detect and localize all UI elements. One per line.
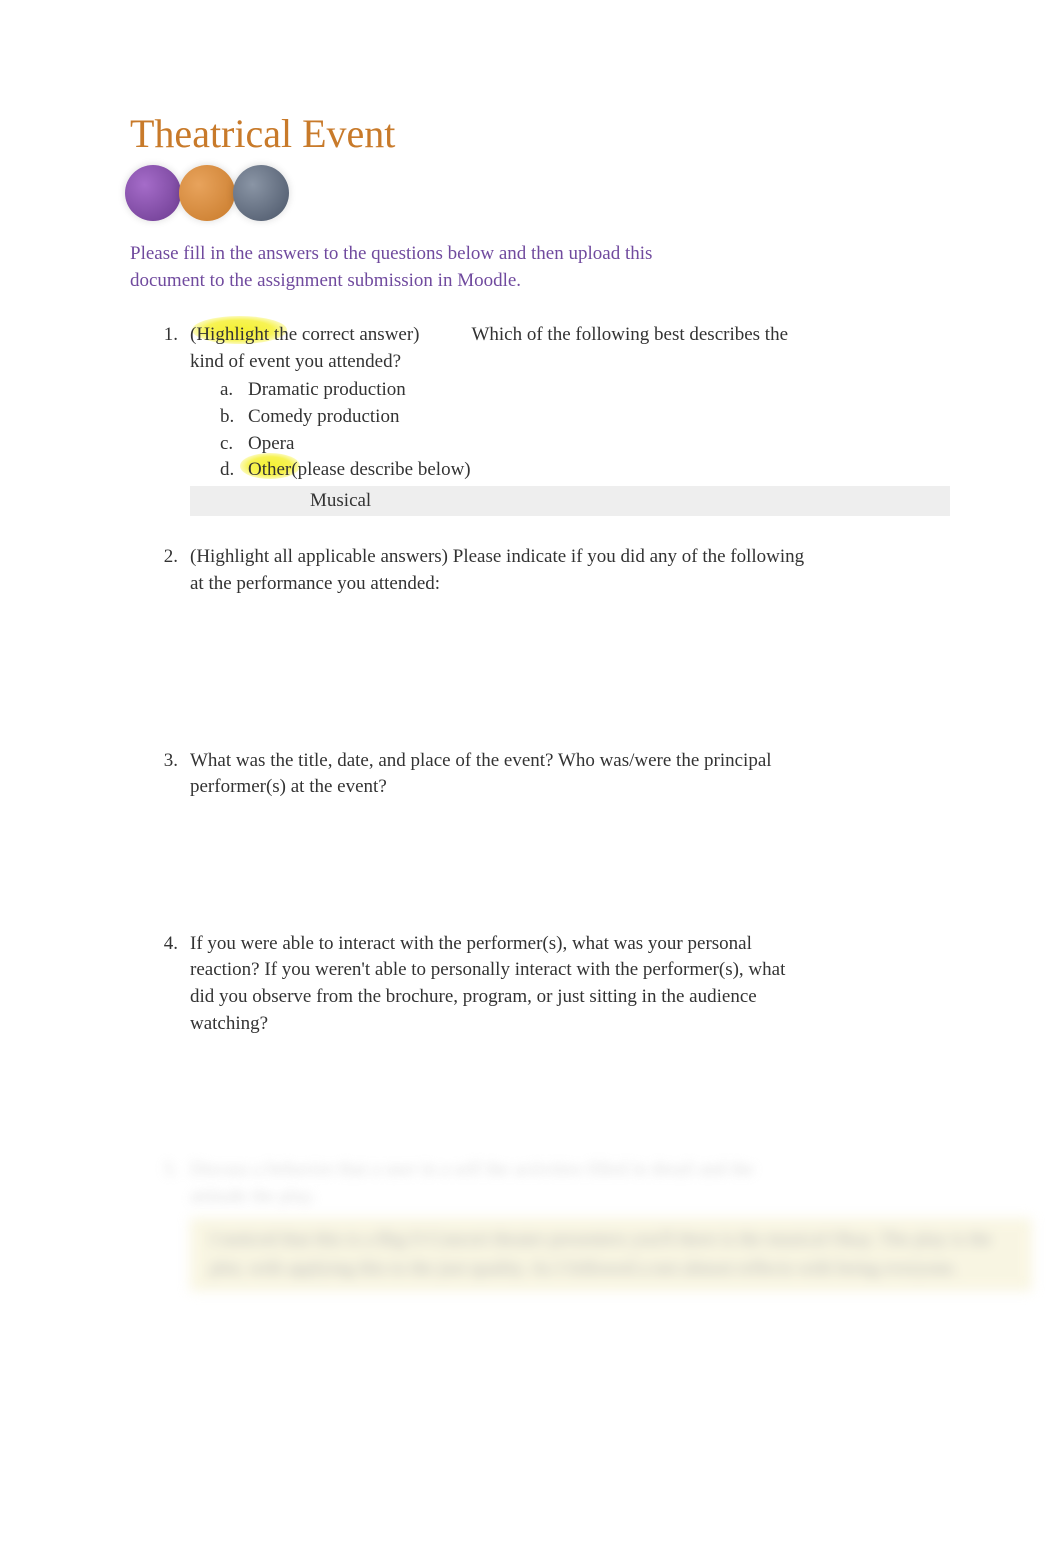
question-number: 3. [160, 748, 190, 801]
option-text: Comedy production [248, 404, 810, 431]
question-2: 2. (Highlight all applicable answers) Pl… [160, 544, 932, 597]
question-3: 3. What was the title, date, and place o… [160, 748, 932, 801]
q1-other-highlight: Other [248, 457, 291, 484]
option-letter: d. [220, 457, 248, 484]
logo-grey-icon [233, 165, 289, 221]
logo-orange-icon [179, 165, 235, 221]
q1-prefix-rest: he correct answer) [279, 324, 419, 345]
question-1: 1. (Highlight the correct answer) Which … [160, 322, 932, 516]
q1-option-b: b. Comedy production [220, 404, 810, 431]
option-letter: b. [220, 404, 248, 431]
q1-answer-field[interactable]: Musical [190, 486, 950, 517]
question-5-blurred: 5. Discuss a behavior that a user in a s… [160, 1157, 932, 1210]
blurred-content: 5. Discuss a behavior that a user in a s… [160, 1157, 932, 1291]
q2-text: (Highlight all applicable answers) Pleas… [190, 544, 810, 597]
q1-options: a. Dramatic production b. Comedy product… [220, 377, 810, 516]
q5-answer-blurred: I noticed that this is a Big O Concert t… [190, 1218, 1032, 1291]
q1-spacer [420, 324, 472, 345]
q1-option-d: d. Other (please describe below) [220, 457, 810, 484]
q3-text: What was the title, date, and place of t… [190, 748, 810, 801]
intro-text: Please fill in the answers to the questi… [130, 241, 730, 294]
q1-highlight: Highlight t [196, 322, 279, 349]
q4-text: If you were able to interact with the pe… [190, 931, 810, 1037]
question-number: 5. [160, 1157, 190, 1210]
option-letter: c. [220, 431, 248, 458]
question-number: 2. [160, 544, 190, 597]
option-text: Dramatic production [248, 377, 810, 404]
q1-other-rest: (please describe below) [291, 459, 470, 480]
q5-text: Discuss a behavior that a user in a self… [190, 1157, 810, 1210]
question-4: 4. If you were able to interact with the… [160, 931, 932, 1037]
option-text: Other (please describe below) [248, 457, 810, 484]
q1-option-a: a. Dramatic production [220, 377, 810, 404]
question-number: 1. [160, 322, 190, 516]
question-number: 4. [160, 931, 190, 1037]
option-text: Opera [248, 431, 810, 458]
option-letter: a. [220, 377, 248, 404]
q1-option-c: c. Opera [220, 431, 810, 458]
logo-row [125, 165, 932, 221]
questions-list: 1. (Highlight the correct answer) Which … [160, 322, 932, 1037]
page-title: Theatrical Event [130, 110, 932, 157]
logo-purple-icon [125, 165, 181, 221]
